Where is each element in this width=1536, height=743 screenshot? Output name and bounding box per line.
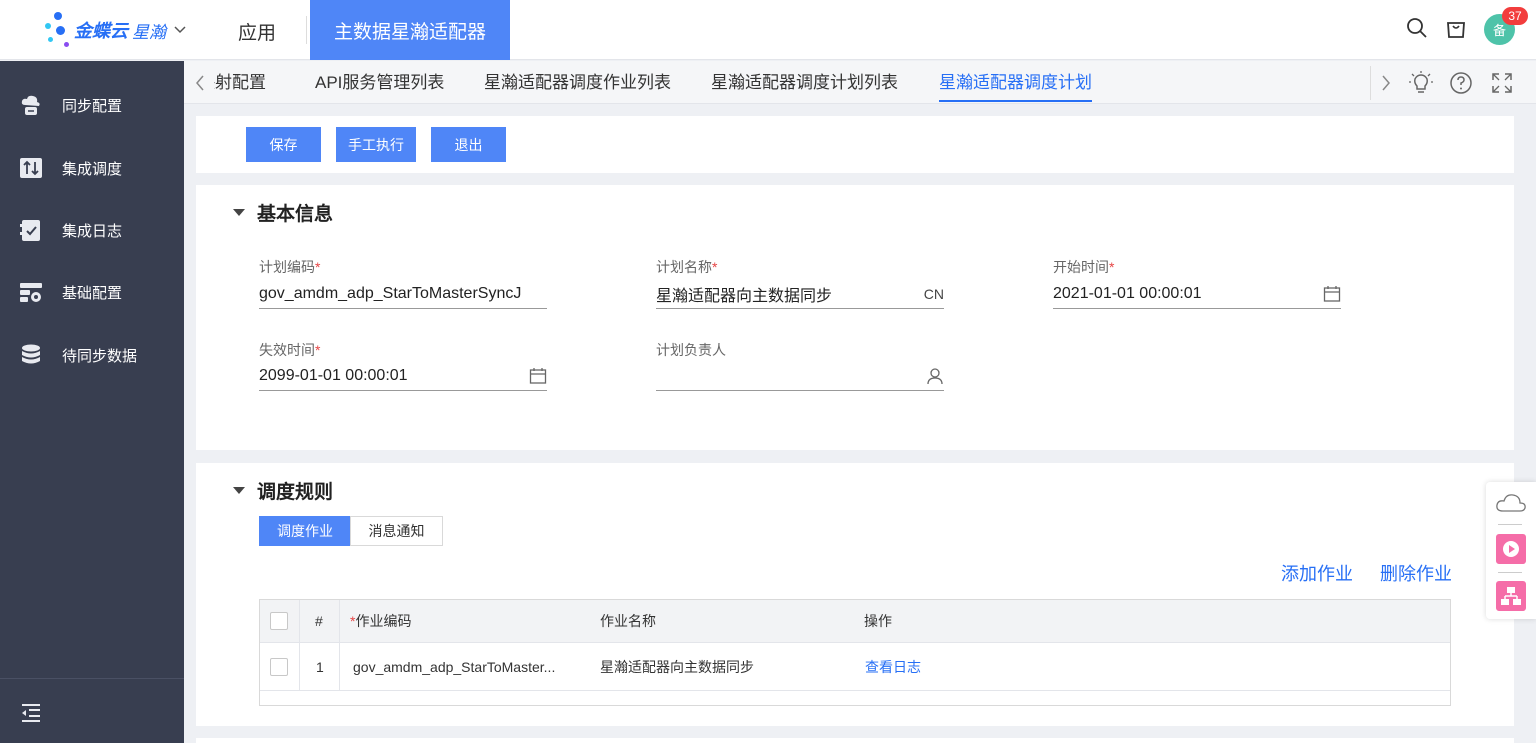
delete-job-link[interactable]: 删除作业 — [1380, 560, 1452, 586]
tab-schedule-jobs[interactable]: 调度作业 — [259, 516, 351, 546]
row-index: 1 — [316, 658, 324, 675]
sidebar-item-label: 待同步数据 — [62, 347, 138, 365]
play-app-icon[interactable] — [1496, 534, 1526, 564]
nav-active-app[interactable]: 主数据星瀚适配器 — [310, 0, 510, 60]
column-header-job-code[interactable]: * 作业编码 — [350, 600, 411, 642]
tab-mapping-config[interactable]: 映射配置 — [214, 61, 266, 104]
notification-badge[interactable]: 37 — [1502, 7, 1528, 25]
next-panel — [196, 738, 1514, 743]
plan-name-label: 计划名称* — [656, 259, 718, 275]
owner-field[interactable] — [656, 361, 944, 391]
select-all-checkbox[interactable] — [270, 600, 288, 642]
chevron-down-icon[interactable] — [174, 23, 186, 37]
tab-plan-active[interactable]: 星瀚适配器调度计划 — [939, 61, 1092, 104]
start-time-label: 开始时间* — [1053, 259, 1115, 275]
fullscreen-icon[interactable] — [1490, 71, 1514, 95]
plan-code-label: 计划编码* — [259, 259, 321, 275]
brand-subname: 星瀚 — [132, 22, 166, 42]
manual-run-button[interactable]: 手工执行 — [336, 127, 416, 162]
jobs-table: # * 作业编码 作业名称 操作 1 gov_amdm_adp_StarToMas… — [259, 599, 1451, 706]
plan-name-value: 星瀚适配器向主数据同步 — [656, 287, 833, 305]
language-switch[interactable]: CN — [924, 286, 944, 302]
plan-code-value: gov_amdm_adp_StarToMasterSyncJ — [259, 284, 522, 302]
add-job-link[interactable]: 添加作业 — [1281, 560, 1353, 586]
table-row[interactable]: 1 gov_amdm_adp_StarToMaster... 星瀚适配器向主数据… — [260, 643, 1450, 691]
tab-plan-list[interactable]: 星瀚适配器调度计划列表 — [711, 61, 898, 104]
sidebar-item-basic-config[interactable]: 基础配置 — [0, 272, 184, 312]
exit-button[interactable]: 退出 — [431, 127, 506, 162]
brand-name: 金蝶云 — [74, 21, 128, 41]
section-title: 调度规则 — [257, 482, 334, 503]
section-title: 基本信息 — [257, 204, 334, 225]
top-bar: 金蝶云 星瀚 应用 主数据星瀚适配器 备 37 — [0, 0, 1536, 60]
sidebar-item-integration-log[interactable]: 集成日志 — [0, 210, 184, 250]
row-checkbox[interactable] — [270, 643, 288, 690]
tabs-divider — [1370, 66, 1371, 100]
collapse-triangle-icon — [233, 487, 245, 494]
plan-name-field[interactable]: 星瀚适配器向主数据同步 CN — [656, 279, 944, 309]
sidebar-item-pending-data[interactable]: 待同步数据 — [0, 335, 184, 375]
nav-divider — [306, 16, 307, 44]
tabs-scroll-right-icon[interactable] — [1370, 61, 1402, 104]
column-header-job-name[interactable]: 作业名称 — [600, 600, 656, 642]
help-icon[interactable] — [1449, 71, 1473, 95]
basic-info-panel — [196, 185, 1514, 450]
brand-logo[interactable]: 金蝶云 星瀚 — [42, 10, 186, 50]
transfer-icon — [19, 156, 43, 180]
sidebar-divider — [0, 678, 184, 679]
lightbulb-icon[interactable] — [1409, 71, 1433, 95]
view-log-link[interactable]: 查看日志 — [865, 643, 921, 690]
calendar-icon[interactable] — [1323, 285, 1341, 303]
sidebar-item-label: 集成日志 — [62, 222, 123, 240]
user-icon[interactable] — [926, 367, 944, 385]
sidebar-item-sync-config[interactable]: 同步配置 — [0, 85, 184, 125]
tabs-list: 映射配置 API服务管理列表 星瀚适配器调度作业列表 星瀚适配器调度计划列表 星… — [214, 61, 1370, 104]
row-job-name: 星瀚适配器向主数据同步 — [600, 658, 754, 675]
shopping-bag-icon[interactable] — [1444, 16, 1470, 42]
sidebar-item-label: 同步配置 — [62, 97, 123, 115]
sidebar-item-integration-schedule[interactable]: 集成调度 — [0, 148, 184, 188]
tab-message-notify[interactable]: 消息通知 — [350, 516, 443, 546]
tab-job-list[interactable]: 星瀚适配器调度作业列表 — [484, 61, 671, 104]
checklist-icon — [19, 218, 43, 242]
save-button[interactable]: 保存 — [246, 127, 321, 162]
basic-info-header[interactable]: 基本信息 — [233, 199, 333, 226]
schedule-rules-header[interactable]: 调度规则 — [233, 477, 333, 504]
collapse-menu-icon[interactable] — [19, 701, 43, 725]
config-icon — [19, 280, 43, 304]
floating-toolbar — [1486, 482, 1536, 619]
tabs-scroll-left-icon[interactable] — [184, 61, 216, 104]
start-time-field[interactable]: 2021-01-01 00:00:01 — [1053, 279, 1341, 309]
database-icon — [19, 343, 43, 367]
start-time-value: 2021-01-01 00:00:01 — [1053, 284, 1202, 302]
column-header-index: # — [315, 613, 323, 629]
plan-code-field[interactable]: gov_amdm_adp_StarToMasterSyncJ — [259, 279, 547, 309]
expire-time-label: 失效时间* — [259, 342, 321, 358]
expire-time-field[interactable]: 2099-01-01 00:00:01 — [259, 361, 547, 391]
row-job-code[interactable]: gov_amdm_adp_StarToMaster... — [353, 643, 583, 690]
column-header-action: 操作 — [864, 613, 892, 629]
expire-time-value: 2099-01-01 00:00:01 — [259, 366, 408, 384]
tab-api-service-list[interactable]: API服务管理列表 — [315, 61, 444, 104]
search-icon[interactable] — [1405, 16, 1431, 42]
sidebar-item-label: 集成调度 — [62, 160, 123, 178]
owner-label: 计划负责人 — [656, 342, 726, 358]
brand-logo-icon — [42, 10, 72, 50]
nav-app-menu[interactable]: 应用 — [238, 18, 276, 45]
table-header: # * 作业编码 作业名称 操作 — [260, 600, 1450, 643]
collapse-triangle-icon — [233, 209, 245, 216]
sidebar-item-label: 基础配置 — [62, 284, 123, 302]
cloud-icon[interactable] — [1495, 492, 1527, 514]
cloud-sync-icon — [19, 93, 43, 117]
sidebar: 同步配置 集成调度 集成日志 基础配置 待同步数据 — [0, 61, 184, 743]
calendar-icon[interactable] — [529, 367, 547, 385]
org-chart-icon[interactable] — [1496, 581, 1526, 611]
